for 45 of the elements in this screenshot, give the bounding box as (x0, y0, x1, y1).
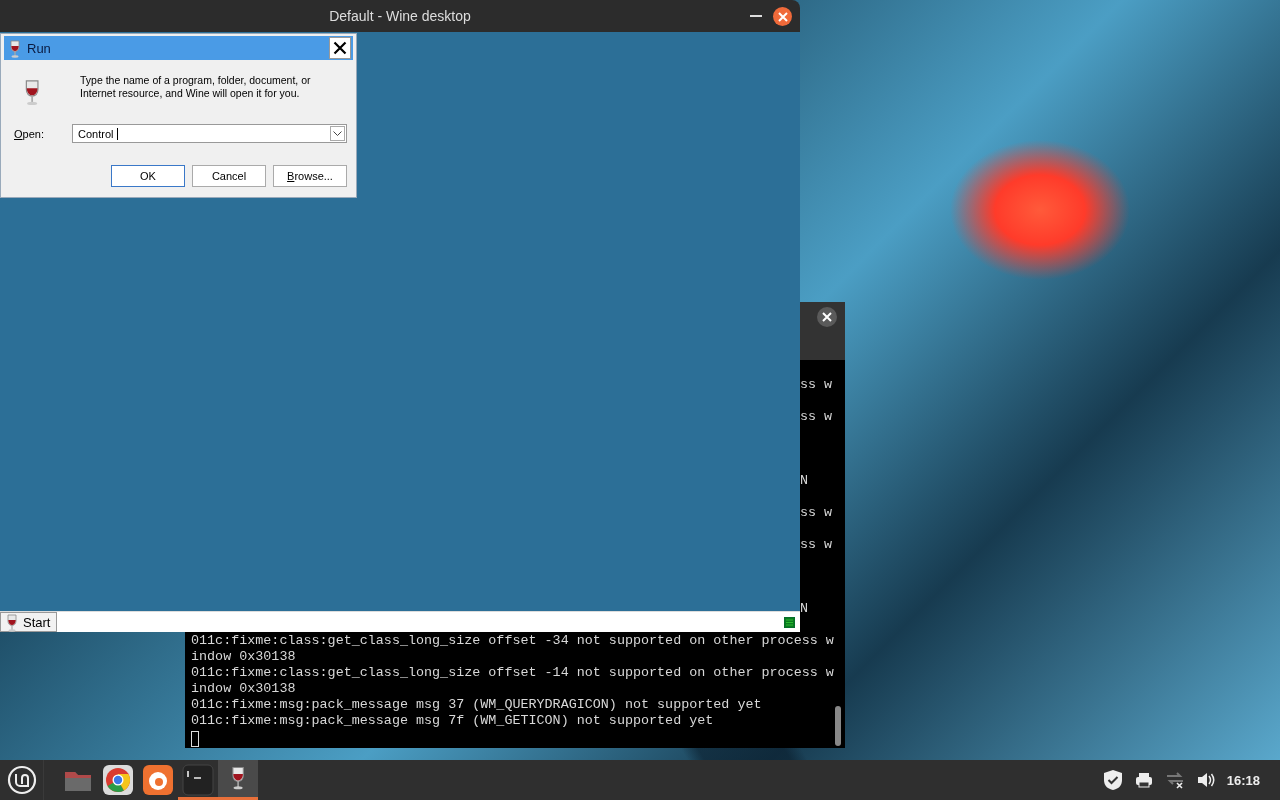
ok-button[interactable]: OK (111, 165, 185, 187)
close-icon (333, 41, 347, 55)
scrollbar-thumb[interactable] (835, 706, 841, 746)
printer-icon[interactable] (1134, 772, 1153, 788)
terminal-line: indow 0x30138 (191, 681, 296, 697)
field-label: Open: (14, 127, 44, 140)
terminal-line: 011c:fixme:msg:pack_message msg 37 (WM_QUERYDRAGICON) not supported yet (191, 697, 762, 713)
terminal-line: indow 0x30138 (191, 649, 296, 665)
terminal-line: ss w (799, 409, 834, 425)
launcher-button[interactable] (218, 760, 258, 800)
window-title: Default - Wine desktop (329, 8, 471, 24)
minimize-icon (750, 15, 762, 17)
browse-button[interactable]: Browse... (273, 165, 347, 187)
wine-glass-icon (8, 38, 22, 58)
terminal-line: 011c:fixme:class:get_class_long_size offset -14 not supported on other process w (191, 665, 834, 681)
dropdown-button[interactable] (330, 126, 345, 141)
shield-icon[interactable] (1102, 769, 1123, 791)
close-icon (777, 11, 788, 22)
terminal-line: ss w (799, 377, 834, 393)
terminal-icon (182, 764, 214, 796)
close-icon (822, 312, 832, 322)
terminal-line: 011c:fixme:msg:pack_message msg 7f (WM_GETICON) not supported yet (191, 713, 714, 729)
terminal-line: ss w (799, 537, 834, 553)
terminal-line: ss w (799, 505, 834, 521)
browser-icon (102, 764, 134, 796)
cancel-button[interactable]: Cancel (192, 165, 266, 187)
network-disconnected-icon[interactable] (1164, 771, 1185, 789)
mint-logo-icon (6, 765, 37, 795)
open-combo-box[interactable]: Control (72, 124, 347, 143)
start-button[interactable]: Start (0, 612, 58, 632)
clock[interactable]: 16:18 (1226, 772, 1260, 788)
dialog-title: Run (27, 40, 51, 56)
tray-icon[interactable] (784, 616, 795, 628)
close-button[interactable] (817, 307, 837, 327)
close-button[interactable] (773, 7, 792, 26)
terminal-line: N (799, 473, 810, 489)
wine-glass-icon (5, 612, 19, 632)
close-button[interactable] (329, 37, 351, 59)
description-text: Type the name of a program, folder, document, or Internet resource, and Wine will open it for you. (80, 74, 311, 101)
volume-icon[interactable] (1196, 772, 1215, 788)
fox-icon (142, 764, 174, 796)
text-cursor (191, 731, 199, 747)
chevron-down-icon (333, 131, 342, 136)
terminal-line: N (799, 601, 810, 617)
terminal-line: 011c:fixme:class:get_class_long_size offset -34 not supported on other process w (191, 633, 834, 649)
